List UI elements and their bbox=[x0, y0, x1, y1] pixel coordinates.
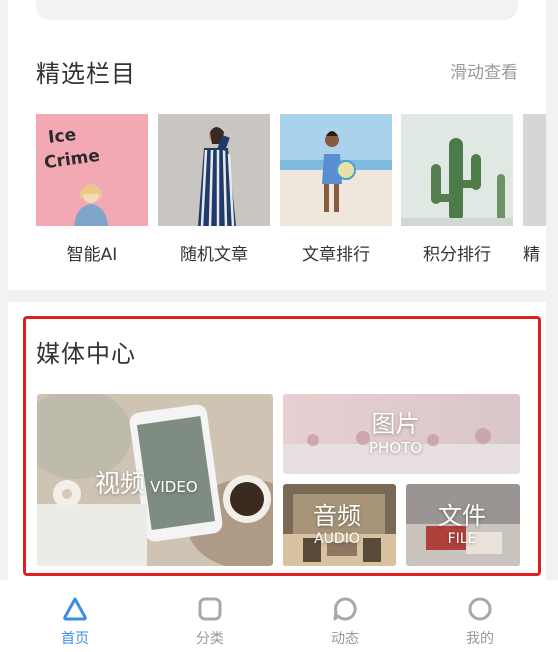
bottom-tab-bar: 首页 分类 动态 我的 bbox=[0, 580, 558, 652]
column-item-label: 精 bbox=[523, 245, 540, 265]
scroll-hint[interactable]: 滑动查看 bbox=[450, 58, 518, 83]
column-item-label: 随机文章 bbox=[180, 245, 248, 265]
ice-crime-poster-image: Ice Crime bbox=[36, 114, 148, 226]
photo-tile-subtitle: PHOTO bbox=[369, 439, 423, 457]
featured-title: 精选栏目 bbox=[36, 60, 136, 88]
category-square-icon bbox=[198, 597, 222, 621]
top-card-inner bbox=[36, 0, 518, 20]
file-tile-title: 文件 bbox=[438, 502, 486, 530]
home-triangle-icon bbox=[63, 597, 87, 621]
file-tile-subtitle: FILE bbox=[447, 531, 477, 547]
tab-label: 分类 bbox=[196, 631, 224, 647]
tab-label: 动态 bbox=[331, 631, 359, 647]
column-item-label: 积分排行 bbox=[423, 245, 491, 265]
cactus-image bbox=[401, 114, 513, 226]
file-tile[interactable]: 文件 FILE bbox=[406, 484, 520, 566]
moments-bubble-icon bbox=[333, 597, 357, 621]
media-title: 媒体中心 bbox=[36, 340, 136, 368]
tab-category[interactable]: 分类 bbox=[170, 596, 250, 648]
column-item-random[interactable]: 随机文章 bbox=[158, 114, 270, 265]
top-card-remnant bbox=[8, 0, 546, 34]
column-item-label: 智能AI bbox=[66, 245, 118, 265]
video-tile-subtitle: VIDEO bbox=[150, 478, 198, 496]
beach-girl-image bbox=[280, 114, 392, 226]
column-item-points[interactable]: 积分排行 bbox=[401, 114, 513, 265]
video-tile-title: 视频 bbox=[95, 469, 146, 498]
audio-tile[interactable]: 音频 AUDIO bbox=[283, 484, 396, 566]
photo-tile[interactable]: 图片 PHOTO bbox=[283, 394, 520, 474]
tab-label: 首页 bbox=[61, 631, 89, 647]
svg-text:Ice: Ice bbox=[47, 125, 77, 148]
column-item-label: 文章排行 bbox=[302, 245, 370, 265]
tab-label: 我的 bbox=[466, 631, 494, 647]
column-item-partial[interactable]: 精 bbox=[523, 114, 546, 265]
photo-tile-title: 图片 bbox=[371, 410, 420, 438]
striped-dress-image bbox=[158, 114, 270, 226]
featured-section: 精选栏目 滑动查看 Ice Crime 智能AI 随机文章 文章排行 积分排行 … bbox=[8, 34, 546, 290]
tab-home[interactable]: 首页 bbox=[35, 596, 115, 648]
profile-circle-icon bbox=[468, 597, 492, 621]
tab-moments[interactable]: 动态 bbox=[305, 596, 385, 648]
partial-item-image bbox=[523, 114, 546, 226]
column-item-ai[interactable]: Ice Crime 智能AI bbox=[36, 114, 148, 265]
audio-tile-subtitle: AUDIO bbox=[314, 531, 360, 547]
tab-profile[interactable]: 我的 bbox=[440, 596, 520, 648]
audio-tile-title: 音频 bbox=[313, 502, 361, 530]
column-item-ranking[interactable]: 文章排行 bbox=[280, 114, 392, 265]
video-tile[interactable]: 视频 VIDEO bbox=[37, 394, 273, 566]
